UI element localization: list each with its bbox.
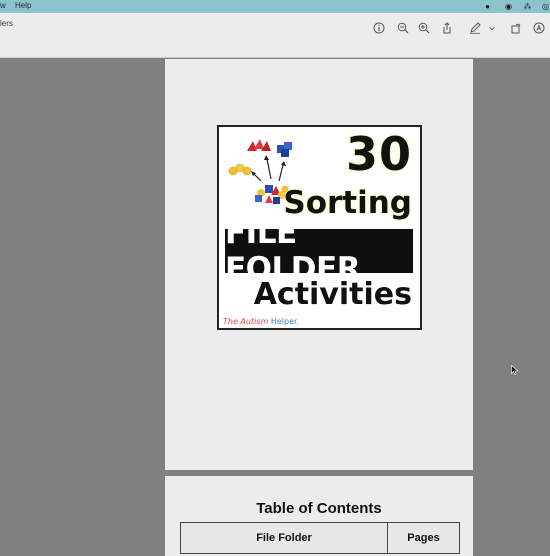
mouse-cursor-icon	[511, 365, 519, 375]
menu-bar: w Help ● ◉ ⁂ ◎	[0, 0, 550, 13]
menu-item-view[interactable]: w	[0, 1, 6, 10]
brand-logo: The Autism Helper.	[223, 317, 299, 326]
record-icon[interactable]: ●	[483, 2, 492, 11]
toc-column-pages: Pages	[407, 532, 440, 544]
logo-text-part1: The Autism	[223, 317, 269, 326]
chevron-down-icon[interactable]	[487, 21, 497, 35]
cover-banner: FILE FOLDER	[225, 215, 413, 287]
share-icon[interactable]	[440, 21, 454, 35]
cover-image: 30 Sorting FILE FOLDER Activities The Au…	[217, 125, 422, 330]
info-icon[interactable]	[372, 21, 386, 35]
toc-heading: Table of Contents	[256, 500, 382, 517]
grammarly-icon[interactable]: ◉	[504, 2, 513, 11]
zoom-out-icon[interactable]	[396, 21, 410, 35]
markup-pen-icon[interactable]	[468, 21, 482, 35]
logo-text-part2: Helper.	[270, 317, 300, 326]
rotate-icon[interactable]	[509, 21, 523, 35]
toc-column-file-folder: File Folder	[181, 523, 388, 553]
window-title: lers	[0, 19, 13, 28]
dots-icon[interactable]: ⁂	[523, 2, 532, 11]
cover-number: 30	[345, 127, 412, 181]
network-icon[interactable]: ◎	[541, 2, 550, 11]
toc-table-header: File Folder Pages	[180, 522, 460, 554]
menu-item-help[interactable]: Help	[15, 1, 31, 10]
annotate-icon[interactable]	[532, 21, 546, 35]
toolbar: lers	[0, 13, 550, 58]
cover-line-activities: Activities	[253, 277, 412, 312]
zoom-in-icon[interactable]	[417, 21, 431, 35]
